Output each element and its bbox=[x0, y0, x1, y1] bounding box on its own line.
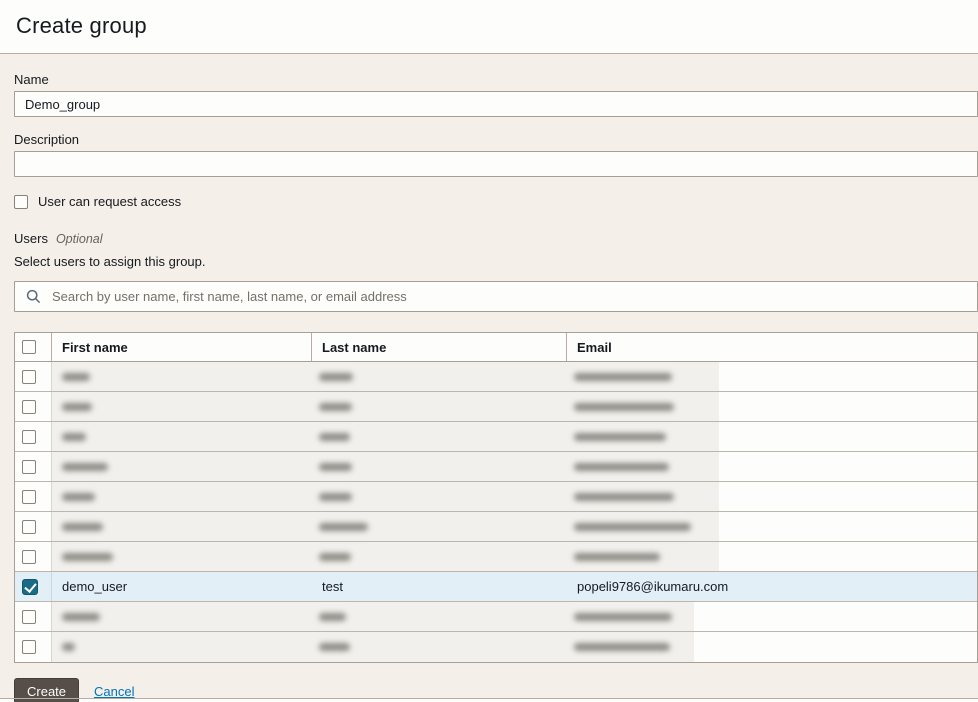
users-table: First name Last name Email demo_usertest… bbox=[14, 332, 978, 663]
redacted-text-blob bbox=[574, 613, 672, 621]
name-label: Name bbox=[14, 72, 978, 87]
page-header: Create group bbox=[0, 0, 978, 53]
request-access-checkbox[interactable] bbox=[14, 195, 28, 209]
redacted-text-blob bbox=[319, 493, 352, 501]
redacted-text-blob bbox=[319, 613, 346, 621]
request-access-row[interactable]: User can request access bbox=[14, 194, 978, 209]
redacted-text-blob bbox=[574, 493, 674, 501]
table-row[interactable] bbox=[15, 422, 977, 452]
redacted-text-blob bbox=[62, 643, 75, 651]
row-checkbox-cell bbox=[15, 512, 52, 541]
row-checkbox-cell bbox=[15, 542, 52, 571]
select-all-checkbox[interactable] bbox=[22, 340, 36, 354]
row-checkbox-cell bbox=[15, 452, 52, 481]
row-checkbox-cell bbox=[15, 392, 52, 421]
redacted-text-blob bbox=[62, 613, 100, 621]
page-title: Create group bbox=[16, 13, 962, 39]
table-row[interactable] bbox=[15, 542, 977, 572]
cancel-link[interactable]: Cancel bbox=[94, 684, 134, 699]
request-access-label: User can request access bbox=[38, 194, 181, 209]
last-name-cell: test bbox=[312, 572, 567, 601]
row-checkbox-cell bbox=[15, 602, 52, 631]
redacted-row-content bbox=[52, 512, 719, 541]
redacted-text-blob bbox=[319, 523, 368, 531]
redacted-text-blob bbox=[62, 493, 95, 501]
redacted-row-content bbox=[52, 632, 694, 662]
name-input[interactable] bbox=[14, 91, 978, 117]
redacted-text-blob bbox=[62, 433, 86, 441]
column-header-last-name: Last name bbox=[312, 333, 567, 361]
search-placeholder: Search by user name, first name, last na… bbox=[52, 289, 407, 304]
redacted-text-blob bbox=[62, 403, 92, 411]
row-checkbox[interactable] bbox=[22, 430, 36, 444]
redacted-text-blob bbox=[574, 463, 669, 471]
column-header-first-name: First name bbox=[52, 333, 312, 361]
create-group-form: Name Description User can request access… bbox=[0, 54, 978, 699]
users-label: Users bbox=[14, 231, 48, 246]
user-table-body: demo_usertestpopeli9786@ikumaru.com bbox=[15, 362, 977, 662]
redacted-text-blob bbox=[319, 643, 350, 651]
redacted-row-content bbox=[52, 452, 719, 481]
bottom-divider bbox=[0, 698, 978, 699]
select-all-cell bbox=[15, 333, 52, 361]
row-checkbox-cell bbox=[15, 632, 52, 662]
redacted-text-blob bbox=[62, 523, 103, 531]
redacted-text-blob bbox=[62, 553, 113, 561]
row-checkbox[interactable] bbox=[22, 370, 36, 384]
redacted-text-blob bbox=[319, 403, 352, 411]
first-name-cell: demo_user bbox=[52, 572, 312, 601]
table-row[interactable] bbox=[15, 482, 977, 512]
row-checkbox[interactable] bbox=[22, 550, 36, 564]
table-row[interactable] bbox=[15, 452, 977, 482]
redacted-text-blob bbox=[319, 433, 350, 441]
redacted-text-blob bbox=[62, 463, 108, 471]
redacted-text-blob bbox=[319, 373, 353, 381]
row-checkbox[interactable] bbox=[22, 579, 38, 595]
row-checkbox-cell bbox=[15, 572, 52, 601]
redacted-row-content bbox=[52, 602, 694, 631]
redacted-text-blob bbox=[574, 553, 660, 561]
description-input[interactable] bbox=[14, 151, 978, 177]
search-icon bbox=[26, 289, 41, 304]
description-label: Description bbox=[14, 132, 978, 147]
table-row[interactable] bbox=[15, 392, 977, 422]
redacted-text-blob bbox=[574, 523, 691, 531]
row-checkbox[interactable] bbox=[22, 490, 36, 504]
user-search-input[interactable]: Search by user name, first name, last na… bbox=[14, 281, 978, 312]
users-table-header: First name Last name Email bbox=[15, 333, 977, 362]
table-row[interactable] bbox=[15, 512, 977, 542]
row-checkbox[interactable] bbox=[22, 400, 36, 414]
redacted-row-content bbox=[52, 542, 719, 571]
users-optional-tag: Optional bbox=[56, 232, 103, 246]
redacted-text-blob bbox=[574, 433, 666, 441]
table-row[interactable] bbox=[15, 602, 977, 632]
column-header-email: Email bbox=[567, 333, 977, 361]
row-checkbox-cell bbox=[15, 482, 52, 511]
row-checkbox[interactable] bbox=[22, 520, 36, 534]
users-hint: Select users to assign this group. bbox=[14, 254, 978, 269]
row-checkbox[interactable] bbox=[22, 460, 36, 474]
redacted-row-content bbox=[52, 362, 719, 391]
table-row[interactable] bbox=[15, 632, 977, 662]
redacted-text-blob bbox=[62, 373, 90, 381]
redacted-text-blob bbox=[319, 463, 352, 471]
redacted-text-blob bbox=[574, 643, 670, 651]
redacted-row-content bbox=[52, 422, 719, 451]
redacted-text-blob bbox=[574, 373, 672, 381]
row-checkbox[interactable] bbox=[22, 610, 36, 624]
redacted-text-blob bbox=[319, 553, 351, 561]
row-checkbox[interactable] bbox=[22, 640, 36, 654]
redacted-row-content bbox=[52, 482, 719, 511]
row-checkbox-cell bbox=[15, 422, 52, 451]
redacted-row-content bbox=[52, 392, 719, 421]
redacted-text-blob bbox=[574, 403, 674, 411]
row-checkbox-cell bbox=[15, 362, 52, 391]
table-row[interactable]: demo_usertestpopeli9786@ikumaru.com bbox=[15, 572, 977, 602]
table-row[interactable] bbox=[15, 362, 977, 392]
email-cell: popeli9786@ikumaru.com bbox=[567, 572, 977, 601]
